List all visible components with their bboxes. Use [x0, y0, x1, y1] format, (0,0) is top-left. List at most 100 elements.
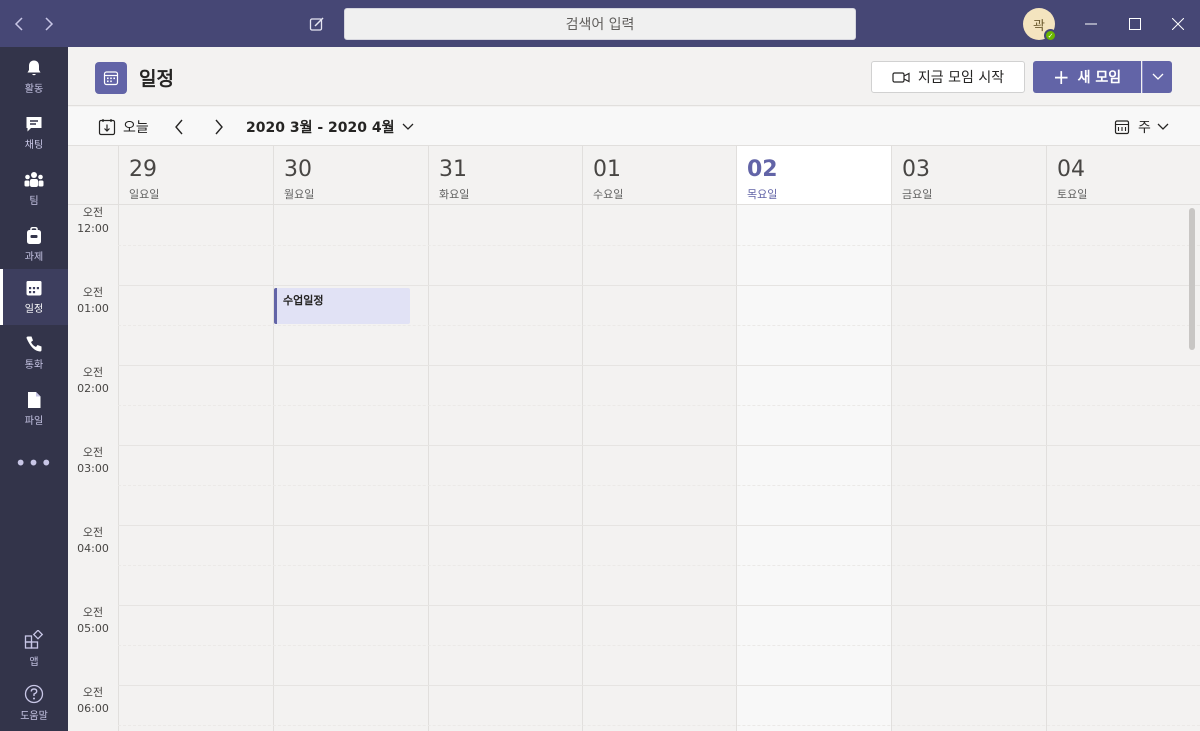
- avatar-initial: 곽: [1033, 18, 1045, 34]
- close-button[interactable]: [1156, 0, 1200, 47]
- chevron-down-icon: [1157, 123, 1169, 130]
- calendar-icon: [103, 71, 119, 86]
- day-column[interactable]: [273, 205, 428, 731]
- rail-item-apps[interactable]: 앱: [0, 621, 68, 677]
- day-name: 금요일: [902, 188, 933, 201]
- search-input[interactable]: 검색어 입력: [344, 8, 856, 40]
- day-number: 30: [284, 157, 312, 182]
- half-hour-line: [118, 485, 1200, 486]
- rail-item-label: 채팅: [24, 140, 44, 151]
- rail-item-help[interactable]: 도움말: [0, 675, 68, 731]
- plus-icon: +: [1052, 65, 1070, 89]
- chevron-left-icon: [14, 16, 23, 31]
- apps-icon: [24, 630, 44, 649]
- close-icon: [1172, 17, 1184, 30]
- day-header-today[interactable]: 02 목요일: [736, 146, 891, 205]
- view-switcher[interactable]: 주: [1114, 107, 1169, 146]
- time-label: 오전 01:00: [77, 286, 109, 315]
- next-week-button[interactable]: [209, 107, 229, 146]
- day-number: 02: [747, 157, 778, 182]
- day-header[interactable]: 29 일요일: [118, 146, 273, 205]
- forward-button[interactable]: [34, 0, 64, 47]
- compose-icon: [309, 17, 324, 31]
- day-column-today[interactable]: [736, 205, 891, 731]
- half-hour-line: [118, 245, 1200, 246]
- day-column[interactable]: [891, 205, 1046, 731]
- today-button[interactable]: 오늘: [98, 107, 149, 146]
- rail-item-files[interactable]: 파일: [0, 381, 68, 437]
- new-meeting-dropdown[interactable]: [1142, 61, 1172, 93]
- meet-now-button[interactable]: 지금 모임 시작: [871, 61, 1025, 93]
- minimize-button[interactable]: [1069, 0, 1113, 47]
- new-meeting-label: 새 모임: [1077, 70, 1122, 86]
- day-name: 월요일: [284, 188, 315, 201]
- hour-line: [118, 685, 1200, 686]
- day-header[interactable]: 03 금요일: [891, 146, 1046, 205]
- calendar-app-icon: [95, 62, 127, 94]
- rail-item-label: 일정: [24, 304, 44, 315]
- calendar-icon: [26, 281, 42, 296]
- maximize-icon: [1129, 17, 1141, 30]
- rail-item-calendar[interactable]: 일정: [0, 269, 68, 325]
- day-number: 04: [1057, 157, 1085, 182]
- day-number: 29: [129, 157, 157, 182]
- rail-item-chat[interactable]: 채팅: [0, 105, 68, 161]
- chat-icon: [26, 117, 42, 132]
- file-icon: [28, 392, 41, 408]
- hour-line: [118, 445, 1200, 446]
- day-column[interactable]: [582, 205, 737, 731]
- rail-item-label: 도움말: [20, 711, 48, 722]
- more-apps-button[interactable]: •••: [0, 443, 68, 483]
- calendar-today-icon: [98, 118, 116, 135]
- event-title: 수업일정: [283, 294, 324, 307]
- day-name: 수요일: [593, 188, 624, 201]
- half-hour-line: [118, 325, 1200, 326]
- rail-item-calls[interactable]: 통화: [0, 325, 68, 381]
- day-name: 화요일: [439, 188, 470, 201]
- time-label: 오전 05:00: [77, 606, 109, 635]
- day-header[interactable]: 01 수요일: [582, 146, 737, 205]
- phone-icon: [26, 336, 42, 352]
- half-hour-line: [118, 405, 1200, 406]
- hour-line: [118, 285, 1200, 286]
- day-number: 31: [439, 157, 467, 182]
- chevron-right-icon: [215, 119, 223, 134]
- day-name: 목요일: [747, 188, 778, 201]
- new-meeting-button[interactable]: + 새 모임: [1033, 61, 1141, 93]
- time-label: 오전 04:00: [77, 526, 109, 555]
- day-column[interactable]: [428, 205, 583, 731]
- rail-item-teams[interactable]: 팀: [0, 161, 68, 217]
- day-column[interactable]: [118, 205, 273, 731]
- time-label: 오전 02:00: [77, 366, 109, 395]
- previous-week-button[interactable]: [169, 107, 189, 146]
- calendar-event[interactable]: 수업일정: [274, 288, 410, 324]
- time-label: 오전 06:00: [77, 686, 109, 715]
- day-column[interactable]: [1046, 205, 1200, 731]
- rail-item-label: 파일: [24, 416, 44, 427]
- avatar[interactable]: 곽 ✓: [1023, 8, 1057, 42]
- hour-line: [118, 605, 1200, 606]
- half-hour-line: [118, 725, 1200, 726]
- day-header[interactable]: 31 화요일: [428, 146, 583, 205]
- half-hour-line: [118, 565, 1200, 566]
- meet-now-label: 지금 모임 시작: [917, 70, 1005, 86]
- compose-button[interactable]: [304, 11, 330, 37]
- teams-icon: [24, 172, 44, 187]
- date-range-picker[interactable]: 2020 3월 - 2020 4월: [246, 107, 414, 146]
- week-calendar-grid: 29 일요일 30 월요일 31 화요일 01 수요일 02 목요일 03 금요…: [68, 146, 1200, 731]
- calendar-header: 일정 지금 모임 시작 + 새 모임: [68, 47, 1200, 106]
- date-range-label: 2020 3월 - 2020 4월: [246, 119, 395, 136]
- help-icon: [24, 684, 44, 704]
- presence-available-icon: ✓: [1044, 29, 1057, 42]
- back-button[interactable]: [4, 0, 34, 47]
- chevron-down-icon: [1152, 73, 1163, 80]
- vertical-scrollbar[interactable]: [1189, 208, 1195, 350]
- time-header-corner: [68, 146, 118, 205]
- day-header[interactable]: 04 토요일: [1046, 146, 1200, 205]
- maximize-button[interactable]: [1113, 0, 1157, 47]
- rail-item-label: 통화: [24, 360, 44, 371]
- day-header[interactable]: 30 월요일: [273, 146, 428, 205]
- calendar-week-icon: [1114, 119, 1130, 134]
- rail-item-assignments[interactable]: 과제: [0, 217, 68, 273]
- rail-item-activity[interactable]: 활동: [0, 49, 68, 105]
